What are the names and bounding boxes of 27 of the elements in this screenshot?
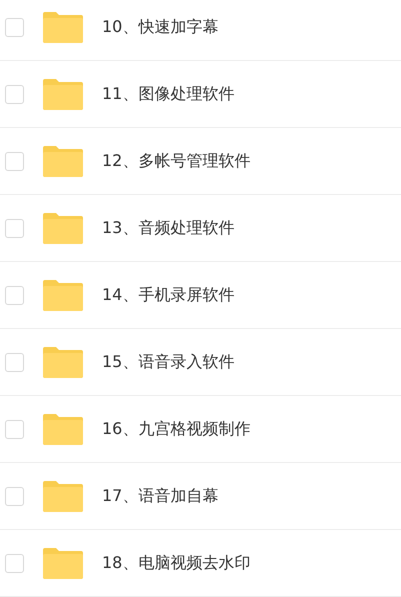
folder-name[interactable]: 14、手机录屏软件: [102, 284, 234, 306]
checkbox[interactable]: [5, 218, 24, 238]
checkbox[interactable]: [5, 554, 24, 572]
checkbox[interactable]: [5, 286, 24, 304]
folder-name[interactable]: 16、九宫格视频制作: [102, 418, 250, 440]
folder-icon: [43, 547, 83, 579]
folder-icon: [43, 145, 83, 177]
folder-name[interactable]: 17、语音加自幕: [102, 486, 218, 506]
folder-icon: [43, 279, 83, 311]
checkbox[interactable]: [5, 486, 24, 506]
folder-name[interactable]: 11、图像处理软件: [102, 84, 234, 104]
checkbox[interactable]: [5, 84, 24, 104]
folder-name[interactable]: 12、多帐号管理软件: [102, 150, 250, 172]
folder-icon: [43, 11, 83, 43]
checkbox[interactable]: [5, 420, 24, 438]
folder-icon: [43, 413, 83, 445]
folder-icon: [43, 78, 83, 110]
folder-name[interactable]: 10、快速加字幕: [102, 16, 218, 38]
folder-name[interactable]: 13、音频处理软件: [102, 218, 234, 238]
folder-name[interactable]: 15、语音录入软件: [102, 352, 234, 372]
folder-name[interactable]: 18、电脑视频去水印: [102, 552, 250, 574]
checkbox[interactable]: [5, 152, 24, 170]
folder-icon: [43, 480, 83, 512]
folder-icon: [43, 346, 83, 378]
checkbox[interactable]: [5, 352, 24, 372]
checkbox[interactable]: [5, 18, 24, 36]
folder-icon: [43, 212, 83, 244]
